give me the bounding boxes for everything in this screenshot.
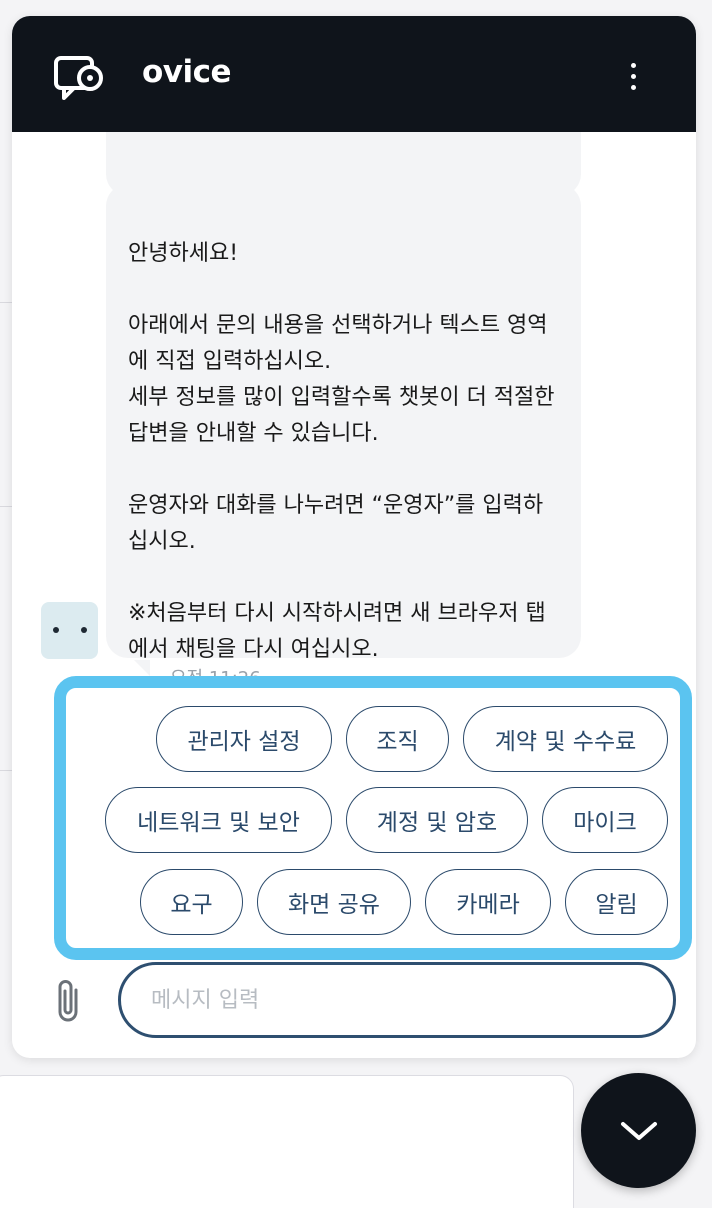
- paperclip-icon[interactable]: [52, 978, 86, 1024]
- background-card: [0, 1075, 574, 1208]
- bot-message-text: 안녕하세요! 아래에서 문의 내용을 선택하거나 텍스트 영역에 직접 입력하십…: [128, 241, 555, 662]
- background-divider: [0, 506, 12, 507]
- background-divider: [0, 302, 12, 303]
- bot-message-bubble: 안녕하세요! 아래에서 문의 내용을 선택하거나 텍스트 영역에 직접 입력하십…: [106, 184, 581, 662]
- message-input[interactable]: [118, 962, 676, 1038]
- quick-reply-account-password[interactable]: 계정 및 암호: [346, 787, 528, 853]
- bot-avatar: [41, 602, 98, 659]
- collapse-chat-button[interactable]: [581, 1073, 696, 1188]
- app-title: ovice: [142, 54, 232, 90]
- quick-reply-contract-fees[interactable]: 계약 및 수수료: [463, 706, 668, 772]
- bot-avatar-eye: [81, 627, 87, 633]
- more-vertical-icon: [630, 62, 636, 68]
- more-menu-button[interactable]: [618, 54, 648, 98]
- chevron-down-icon: [620, 1121, 657, 1140]
- quick-reply-organization[interactable]: 조직: [346, 706, 449, 772]
- quick-reply-notifications[interactable]: 알림: [565, 869, 668, 935]
- quick-reply-network-security[interactable]: 네트워크 및 보안: [105, 787, 332, 853]
- quick-reply-screen-share[interactable]: 화면 공유: [257, 869, 411, 935]
- bot-avatar-eye: [53, 627, 59, 633]
- chat-widget: ovice -- 안녕하세요! 아래에서 문의 내용을 선택하거나 텍스트 영역…: [12, 16, 696, 1058]
- quick-reply-camera[interactable]: 카메라: [425, 869, 551, 935]
- background-divider: [0, 770, 12, 771]
- chat-header: ovice: [12, 16, 696, 132]
- quick-reply-admin-settings[interactable]: 관리자 설정: [156, 706, 332, 772]
- chat-messages[interactable]: -- 안녕하세요! 아래에서 문의 내용을 선택하거나 텍스트 영역에 직접 입…: [12, 132, 696, 680]
- ovice-logo-icon: [54, 56, 103, 100]
- quick-reply-panel: 관리자 설정 조직 계약 및 수수료 네트워크 및 보안 계정 및 암호 마이크…: [54, 676, 692, 960]
- quick-reply-requirements[interactable]: 요구: [140, 869, 243, 935]
- quick-reply-microphone[interactable]: 마이크: [542, 787, 668, 853]
- bubble-tail: [134, 660, 150, 676]
